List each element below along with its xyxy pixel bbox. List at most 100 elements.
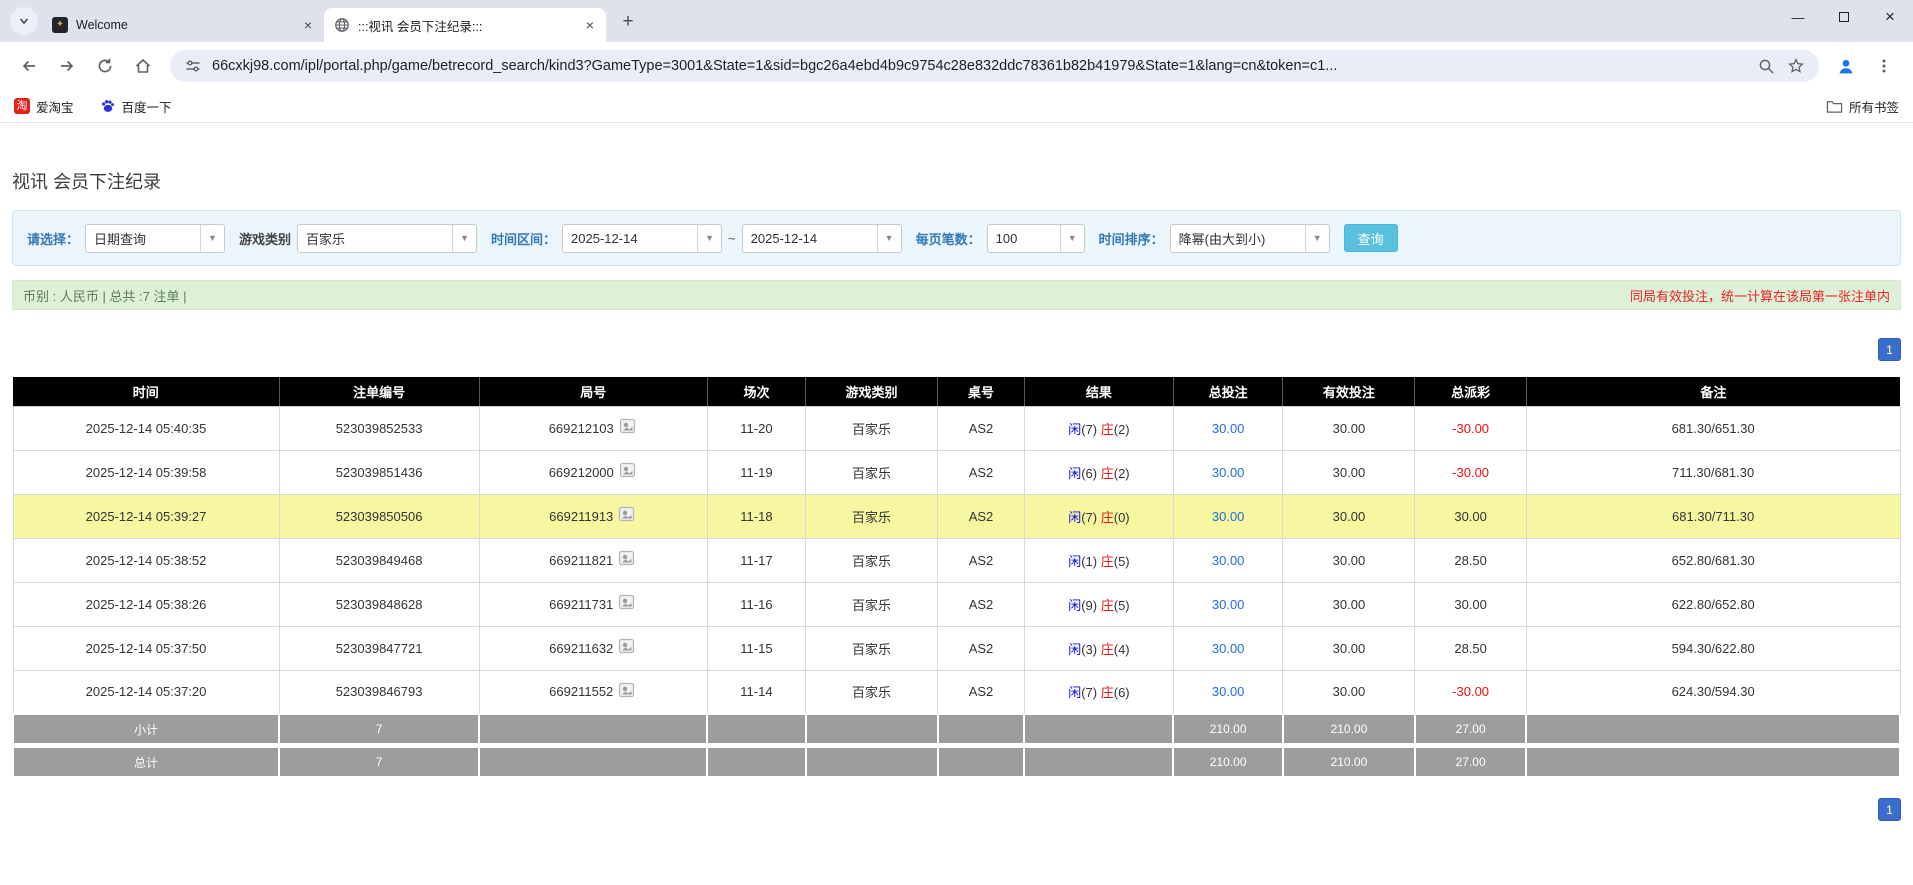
cell-session: 11-20 bbox=[706, 405, 807, 451]
select-type-label: 请选择： bbox=[27, 231, 80, 247]
total-row-cell-9: 27.00 bbox=[1413, 746, 1528, 778]
bookmark-star-icon[interactable] bbox=[1785, 55, 1807, 77]
cell-total-bet[interactable]: 30.00 bbox=[1172, 449, 1284, 495]
column-header-9: 总派彩 bbox=[1414, 377, 1527, 407]
subtotal-row: 小计 7 210.00 210.00 27.00 bbox=[11, 713, 1901, 745]
cell-total-bet[interactable]: 30.00 bbox=[1172, 625, 1284, 671]
url-bar[interactable]: 66cxkj98.com/ipl/portal.php/game/betreco… bbox=[170, 50, 1819, 82]
page-1-button[interactable]: 1 bbox=[1878, 338, 1901, 361]
total-row-cell-10 bbox=[1525, 746, 1901, 778]
banker-result: 庄 bbox=[1100, 553, 1114, 569]
query-type-select[interactable]: 日期查询 ▼ bbox=[85, 223, 226, 253]
column-header-0: 时间 bbox=[13, 377, 280, 407]
tilde-separator: ~ bbox=[728, 230, 736, 246]
cell-round: 669211913 bbox=[478, 493, 708, 539]
subtotal-row-cell-3 bbox=[706, 713, 807, 745]
home-button-icon[interactable] bbox=[126, 49, 160, 83]
cell-table-no: AS2 bbox=[937, 581, 1025, 627]
table-row: 2025-12-14 05:40:35 523039852533 669212103… bbox=[12, 405, 1901, 451]
table-row: 2025-12-14 05:39:27 523039850506 669211913… bbox=[12, 493, 1901, 539]
bookmarks-bar: 淘 爱淘宝 百度一下 所有书签 bbox=[0, 90, 1913, 123]
column-header-10: 备注 bbox=[1526, 377, 1900, 407]
forward-button-icon[interactable] bbox=[50, 49, 84, 83]
maximize-button[interactable] bbox=[1821, 0, 1867, 34]
cell-bet-id: 523039851436 bbox=[278, 449, 480, 495]
cell-total-bet[interactable]: 30.00 bbox=[1172, 405, 1284, 451]
tab-close-icon[interactable]: × bbox=[300, 17, 316, 33]
cell-valid-bet: 30.00 bbox=[1282, 537, 1416, 583]
date-from-select[interactable]: 2025-12-14 ▼ bbox=[562, 223, 723, 253]
bookmark-baidu[interactable]: 百度一下 bbox=[100, 97, 172, 116]
page-size-select[interactable]: 100 ▼ bbox=[986, 223, 1085, 253]
game-type-select[interactable]: 百家乐 ▼ bbox=[297, 223, 478, 253]
minimize-button[interactable]: — bbox=[1775, 0, 1821, 34]
search-button[interactable]: 查询 bbox=[1343, 224, 1398, 252]
cell-result: 闲(7) 庄(0) bbox=[1023, 493, 1174, 539]
round-video-icon[interactable] bbox=[619, 418, 638, 438]
back-button-icon[interactable] bbox=[12, 49, 46, 83]
cell-round: 669212000 bbox=[478, 449, 708, 495]
round-video-icon[interactable] bbox=[618, 594, 637, 614]
round-number: 669211731 bbox=[549, 596, 614, 612]
page-size-label: 每页笔数： bbox=[915, 231, 981, 247]
page-1-button[interactable]: 1 bbox=[1878, 798, 1901, 821]
chevron-down-icon: ▼ bbox=[200, 224, 224, 252]
url-text[interactable]: 66cxkj98.com/ipl/portal.php/game/betreco… bbox=[212, 58, 1747, 74]
site-settings-tune-icon[interactable] bbox=[182, 55, 204, 77]
cell-valid-bet: 30.00 bbox=[1282, 493, 1416, 539]
cell-total-bet[interactable]: 30.00 bbox=[1172, 493, 1284, 539]
new-tab-button[interactable]: + bbox=[614, 8, 642, 36]
date-to-select[interactable]: 2025-12-14 ▼ bbox=[741, 223, 902, 253]
total-row-cell-6 bbox=[1023, 746, 1175, 778]
page-size-value: 100 bbox=[995, 230, 1018, 246]
cell-round: 669211731 bbox=[478, 581, 708, 627]
total-row-cell-5 bbox=[936, 746, 1026, 778]
cell-time: 2025-12-14 05:39:27 bbox=[12, 493, 280, 539]
cell-total-bet[interactable]: 30.00 bbox=[1172, 581, 1284, 627]
column-header-4: 游戏类别 bbox=[805, 377, 939, 407]
total-row-cell-4 bbox=[804, 746, 939, 778]
round-video-icon[interactable] bbox=[618, 682, 637, 702]
subtotal-row-cell-1: 7 bbox=[278, 713, 481, 745]
round-video-icon[interactable] bbox=[618, 550, 637, 570]
cell-total-bet[interactable]: 30.00 bbox=[1172, 669, 1284, 715]
currency-summary: 币别 : 人民币 | 总共 :7 注单 | bbox=[23, 288, 187, 304]
tab-close-icon[interactable]: × bbox=[582, 17, 598, 33]
all-bookmarks[interactable]: 所有书签 bbox=[1826, 97, 1899, 116]
reload-button-icon[interactable] bbox=[88, 49, 122, 83]
sort-order-label: 时间排序： bbox=[1098, 231, 1164, 247]
cell-result: 闲(1) 庄(5) bbox=[1023, 537, 1174, 583]
cell-session: 11-14 bbox=[706, 669, 807, 715]
zoom-indicator-icon[interactable] bbox=[1755, 55, 1777, 77]
sort-order-select[interactable]: 降幂(由大到小) ▼ bbox=[1169, 223, 1330, 253]
cell-valid-bet: 30.00 bbox=[1282, 669, 1416, 715]
date-from-value: 2025-12-14 bbox=[571, 230, 638, 246]
column-header-6: 结果 bbox=[1024, 377, 1174, 407]
round-number: 669212103 bbox=[548, 420, 614, 436]
close-window-button[interactable]: × bbox=[1867, 0, 1913, 34]
tab-title: :::视讯 会员下注纪录::: bbox=[358, 19, 483, 34]
status-bar: 币别 : 人民币 | 总共 :7 注单 | 同局有效投注，统一计算在该局第一张注… bbox=[12, 280, 1901, 310]
menu-kebab-icon[interactable] bbox=[1867, 49, 1901, 83]
round-video-icon[interactable] bbox=[619, 462, 638, 482]
tab-betrecord[interactable]: :::视讯 会员下注纪录::: × bbox=[324, 8, 606, 42]
total-row-cell-7: 210.00 bbox=[1172, 746, 1284, 778]
subtotal-row-cell-7: 210.00 bbox=[1172, 713, 1284, 745]
subtotal-row-cell-9: 27.00 bbox=[1413, 713, 1528, 745]
round-video-icon[interactable] bbox=[618, 638, 637, 658]
tab-welcome[interactable]: ✦ Welcome × bbox=[42, 8, 326, 42]
subtotal-row-cell-4 bbox=[804, 713, 939, 745]
bookmark-label: 爱淘宝 bbox=[36, 100, 74, 115]
tab-search-chevron-icon[interactable] bbox=[10, 7, 38, 35]
cell-total-bet[interactable]: 30.00 bbox=[1172, 537, 1284, 583]
profile-avatar-icon[interactable] bbox=[1829, 49, 1863, 83]
pagination-bottom: 1 bbox=[12, 798, 1901, 821]
bookmark-taobao[interactable]: 淘 爱淘宝 bbox=[14, 97, 74, 116]
cell-bet-id: 523039849468 bbox=[278, 537, 480, 583]
round-video-icon[interactable] bbox=[618, 506, 637, 526]
banker-result: 庄 bbox=[1100, 685, 1114, 701]
total-row-cell-2 bbox=[478, 746, 709, 778]
total-row-cell-8: 210.00 bbox=[1281, 746, 1416, 778]
subtotal-row-cell-6 bbox=[1023, 713, 1175, 745]
pagination-top: 1 bbox=[12, 338, 1901, 361]
